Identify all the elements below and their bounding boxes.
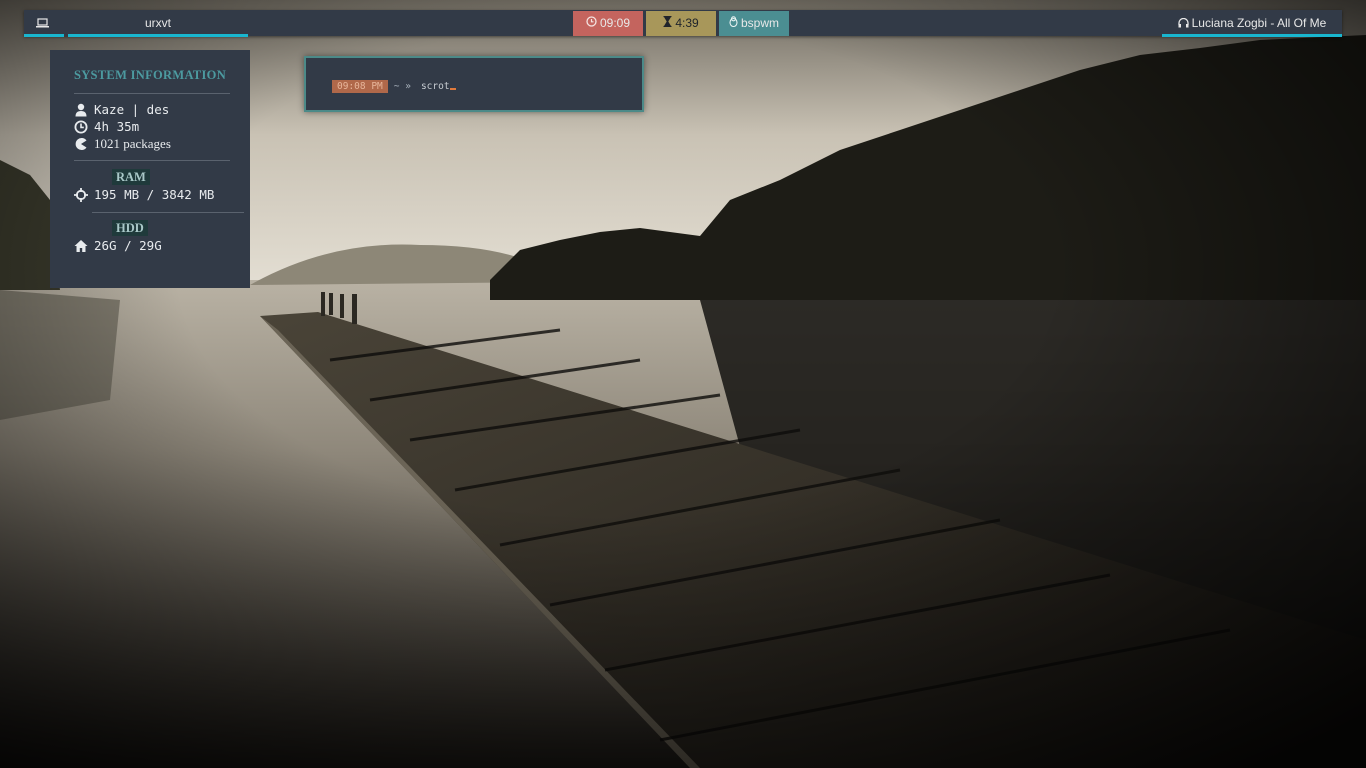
laptop-underline xyxy=(24,34,64,37)
tux-icon xyxy=(729,11,738,36)
clock-time: 09:09 xyxy=(599,16,631,30)
laptop-icon xyxy=(36,11,49,37)
hdd-value: 26G / 29G xyxy=(94,238,162,253)
user-row: Kaze | des xyxy=(74,101,169,118)
window-underline xyxy=(68,34,248,37)
uptime-text: 4h 35m xyxy=(94,119,140,134)
system-info-title: SYSTEM INFORMATION xyxy=(73,68,227,82)
prompt-symbol: ~ » xyxy=(393,81,411,92)
prompt-time: 09:08 PM xyxy=(332,80,388,93)
terminal-window[interactable]: 09:08 PM ~ » scrot xyxy=(304,56,644,112)
window-title-text: urxvt xyxy=(144,16,171,30)
timer-value: 4:39 xyxy=(675,16,699,30)
ram-row: 195 MB / 3842 MB xyxy=(74,186,214,203)
pacman-icon xyxy=(74,137,88,151)
music-track: Luciana Zogbi - All Of Me xyxy=(1191,16,1327,30)
packages-row: 1021 packages xyxy=(74,135,171,152)
divider xyxy=(92,212,244,213)
system-info-panel: SYSTEM INFORMATION Kaze | des 4h 35m 102… xyxy=(50,50,250,288)
divider xyxy=(74,93,230,94)
hourglass-icon xyxy=(663,11,672,36)
wm-module[interactable]: bspwm xyxy=(719,11,789,36)
ram-value: 195 MB / 3842 MB xyxy=(94,187,215,202)
hdd-row: 26G / 29G xyxy=(74,237,162,254)
music-underline xyxy=(1162,34,1342,37)
packages-text: 1021 packages xyxy=(94,136,171,151)
home-icon xyxy=(74,239,88,253)
headphones-icon xyxy=(1177,11,1189,37)
workspace-laptop-button[interactable] xyxy=(24,10,64,37)
text-cursor xyxy=(449,88,456,90)
divider xyxy=(74,160,230,161)
music-module[interactable]: Luciana Zogbi - All Of Me xyxy=(1162,10,1342,37)
wm-name: bspwm xyxy=(740,16,779,30)
top-panel: urxvt 09:09 4:39 bspwm Luciana Zogbi - A… xyxy=(24,10,1342,37)
active-window-title[interactable]: urxvt xyxy=(68,10,248,37)
user-text: Kaze | des xyxy=(94,102,170,117)
uptime-row: 4h 35m xyxy=(74,118,139,135)
timer-module[interactable]: 4:39 xyxy=(646,11,716,36)
terminal-command: scrot xyxy=(420,81,450,92)
terminal-prompt-line[interactable]: 09:08 PM ~ » scrot xyxy=(332,80,456,93)
hdd-label: HDD xyxy=(112,220,148,236)
crosshair-icon xyxy=(74,187,88,202)
clock-module[interactable]: 09:09 xyxy=(573,11,643,36)
clock-icon xyxy=(586,11,597,36)
clock-icon xyxy=(74,120,88,134)
user-icon xyxy=(74,103,88,117)
ram-label: RAM xyxy=(112,169,150,185)
